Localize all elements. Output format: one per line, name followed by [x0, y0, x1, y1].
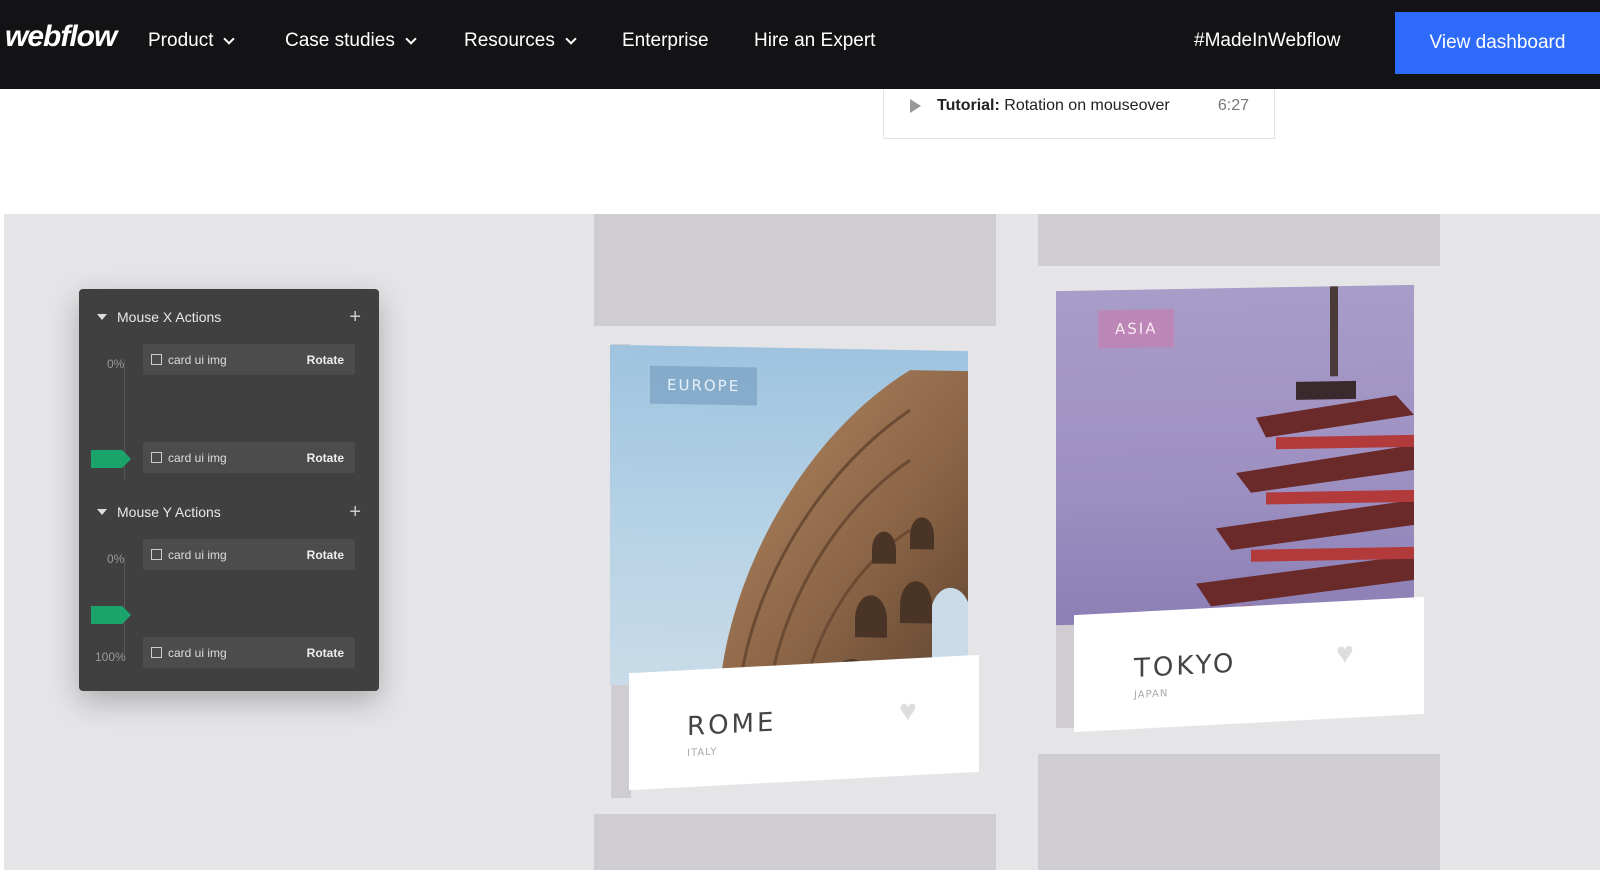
- placeholder-block: [1038, 214, 1440, 266]
- city-name: TOKYO: [1134, 648, 1237, 685]
- view-dashboard-button[interactable]: View dashboard: [1395, 12, 1600, 74]
- mouse-y-actions-label: Mouse Y Actions: [117, 504, 221, 520]
- action-target: card ui img: [168, 547, 227, 562]
- keyframe-marker[interactable]: [91, 450, 131, 468]
- action-type: Rotate: [306, 352, 344, 367]
- action-type: Rotate: [306, 645, 344, 660]
- checkbox-icon[interactable]: [151, 452, 162, 463]
- tutorial-name: Rotation on mouseover: [1004, 97, 1170, 114]
- nav-enterprise-label: Enterprise: [622, 30, 709, 51]
- mouse-x-actions-label: Mouse X Actions: [117, 309, 222, 325]
- checkbox-icon[interactable]: [151, 549, 162, 560]
- nav-hire-expert[interactable]: Hire an Expert: [754, 30, 875, 52]
- action-row[interactable]: card ui img Rotate: [143, 344, 355, 375]
- keyframe-percent: 100%: [95, 650, 126, 664]
- placeholder-block: [594, 814, 996, 870]
- caret-down-icon: [97, 314, 107, 320]
- interactions-panel: Mouse X Actions + 0% card ui img Rotate …: [79, 289, 379, 691]
- action-target: card ui img: [168, 645, 227, 660]
- region-tag: ASIA: [1098, 309, 1175, 349]
- action-row[interactable]: card ui img Rotate: [143, 637, 355, 668]
- tokyo-photo: ASIA: [1056, 284, 1414, 626]
- tutorial-item[interactable]: Tutorial: Rotation on mouseover 6:27: [883, 89, 1275, 139]
- nav-hire-expert-label: Hire an Expert: [754, 30, 876, 51]
- action-target: card ui img: [168, 352, 227, 367]
- tutorial-prefix: Tutorial:: [937, 97, 1000, 114]
- nav-made-in-webflow-label: #MadeInWebflow: [1194, 30, 1341, 51]
- chevron-down-icon: [223, 32, 236, 45]
- keyframe-marker[interactable]: [91, 606, 131, 624]
- tutorial-duration: 6:27: [1217, 97, 1249, 114]
- nav-product-label: Product: [148, 30, 214, 51]
- nav-case-studies-label: Case studies: [285, 30, 395, 51]
- placeholder-block: [594, 214, 996, 326]
- action-row[interactable]: card ui img Rotate: [143, 442, 355, 473]
- play-icon[interactable]: [910, 99, 921, 113]
- checkbox-icon[interactable]: [151, 354, 162, 365]
- webflow-logo[interactable]: webflow: [5, 20, 117, 54]
- city-name: ROME: [687, 707, 777, 743]
- tokyo-label-card: TOKYO JAPAN ♥: [1074, 596, 1424, 733]
- heart-icon[interactable]: ♥: [1336, 637, 1354, 671]
- nav-product[interactable]: Product: [148, 30, 236, 52]
- region-tag: EUROPE: [650, 365, 758, 406]
- country-name: JAPAN: [1134, 688, 1169, 702]
- chevron-down-icon: [405, 32, 417, 45]
- nav-resources-label: Resources: [464, 30, 555, 51]
- action-row[interactable]: card ui img Rotate: [143, 539, 355, 570]
- placeholder-block: [1038, 754, 1440, 870]
- add-y-action-icon[interactable]: +: [349, 502, 361, 522]
- nav-made-in-webflow[interactable]: #MadeInWebflow: [1194, 30, 1340, 52]
- timeline-line: [124, 557, 125, 657]
- demo-stage: Mouse X Actions + 0% card ui img Rotate …: [4, 214, 1600, 870]
- keyframe-percent: 0%: [107, 552, 125, 566]
- chevron-down-icon: [565, 32, 577, 45]
- top-navbar: webflow Product Case studies Resources E…: [0, 0, 1600, 89]
- country-name: ITALY: [687, 746, 718, 760]
- nav-enterprise[interactable]: Enterprise: [622, 30, 709, 52]
- rome-label-card: ROME ITALY ♥: [629, 654, 979, 791]
- tutorial-title: Tutorial: Rotation on mouseover: [937, 97, 1170, 115]
- action-type: Rotate: [306, 450, 344, 465]
- mouse-x-actions-header[interactable]: Mouse X Actions: [97, 309, 221, 325]
- action-type: Rotate: [306, 547, 344, 562]
- add-x-action-icon[interactable]: +: [349, 307, 361, 327]
- checkbox-icon[interactable]: [151, 647, 162, 658]
- nav-resources[interactable]: Resources: [464, 30, 577, 52]
- nav-case-studies[interactable]: Case studies: [285, 30, 417, 52]
- action-target: card ui img: [168, 450, 227, 465]
- mouse-y-actions-header[interactable]: Mouse Y Actions: [97, 504, 221, 520]
- keyframe-percent: 0%: [107, 357, 125, 371]
- heart-icon[interactable]: ♥: [899, 694, 917, 728]
- caret-down-icon: [97, 509, 107, 515]
- rome-photo: EUROPE: [610, 344, 968, 692]
